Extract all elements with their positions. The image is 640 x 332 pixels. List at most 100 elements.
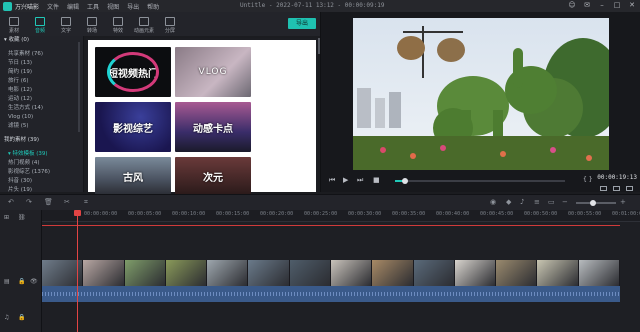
zoom-in-icon[interactable]: + xyxy=(620,198,626,206)
sidebar-item[interactable]: 简约 (19) xyxy=(0,68,83,77)
play-icon[interactable]: ▶ xyxy=(343,176,348,184)
template-thumbnail[interactable]: 短视频热门 xyxy=(95,47,171,97)
sidebar-item[interactable]: 共享素材 (76) xyxy=(0,50,83,59)
redo-icon[interactable]: ↷ xyxy=(26,198,32,206)
ruler-tick-label: 00:00:25:00 xyxy=(304,211,338,217)
tab-split-screen[interactable]: 分屏 xyxy=(158,17,182,34)
folder-icon xyxy=(9,17,19,26)
lock-icon[interactable]: 🔒 xyxy=(18,278,25,285)
text-icon xyxy=(61,17,71,26)
menu-edit[interactable]: 编辑 xyxy=(67,2,79,11)
video-clip[interactable] xyxy=(248,260,290,286)
render-icon[interactable]: ◉ xyxy=(490,198,496,206)
tab-effects[interactable]: 特效 xyxy=(106,17,130,34)
video-clip[interactable] xyxy=(372,260,414,286)
video-clip[interactable] xyxy=(331,260,373,286)
video-clip[interactable] xyxy=(289,260,331,286)
ruler-tick-label: 00:00:30:00 xyxy=(348,211,382,217)
export-button[interactable]: 导出 xyxy=(288,18,316,29)
template-thumbnail[interactable]: VLOG xyxy=(175,47,251,97)
sidebar-item[interactable]: Vlog (10) xyxy=(0,113,83,122)
fullscreen-icon[interactable] xyxy=(626,186,633,191)
subtitle-icon[interactable]: ▭ xyxy=(548,198,555,206)
video-clip[interactable] xyxy=(454,260,497,286)
sidebar-item[interactable]: 节日 (13) xyxy=(0,59,83,68)
tab-text[interactable]: 文字 xyxy=(54,17,78,34)
cut-icon[interactable]: ✂ xyxy=(64,198,70,206)
preview-panel: ⏮ ▶ ⏭ ■ { } 00:00:19:13 xyxy=(320,12,640,192)
sidebar-item[interactable]: 电影 (12) xyxy=(0,86,83,95)
close-icon[interactable]: ✕ xyxy=(628,1,636,9)
undo-icon[interactable]: ↶ xyxy=(8,198,14,206)
video-track[interactable] xyxy=(42,260,620,286)
eye-icon[interactable]: 👁 xyxy=(30,278,38,285)
tab-media[interactable]: 素材 xyxy=(2,17,26,34)
message-icon[interactable]: ✉ xyxy=(583,1,591,9)
template-thumbnail[interactable]: 次元 xyxy=(175,157,251,195)
timeline-ruler[interactable]: 00:00:00:00 00:00:05:00 00:00:10:00 00:00:1… xyxy=(42,210,640,222)
next-frame-icon[interactable]: ⏭ xyxy=(357,176,363,185)
ruler-tick-label: 00:00:50:00 xyxy=(524,211,558,217)
template-title: 影视综艺 xyxy=(113,123,153,135)
template-thumbnail[interactable]: 古风 xyxy=(95,157,171,195)
playhead[interactable] xyxy=(77,210,78,332)
video-clip[interactable] xyxy=(83,260,125,286)
menu-file[interactable]: 文件 xyxy=(47,2,59,11)
crop-icon[interactable]: ⌗ xyxy=(84,198,88,207)
snapshot-icon[interactable] xyxy=(600,186,607,191)
stop-icon[interactable]: ■ xyxy=(373,176,380,184)
sidebar-item[interactable]: 抖音 (30) xyxy=(0,177,83,186)
video-clip[interactable] xyxy=(413,260,455,286)
zoom-slider[interactable] xyxy=(576,200,616,206)
sidebar-group-header[interactable]: 我的素材 (39) xyxy=(0,136,83,145)
preview-video xyxy=(353,18,609,170)
template-thumbnail[interactable]: 影视综艺 xyxy=(95,102,171,152)
menu-export[interactable]: 导出 xyxy=(127,2,139,11)
sidebar-group-header[interactable]: ▾ 收藏 (0) xyxy=(0,36,83,45)
tab-label: 动画元素 xyxy=(133,28,154,34)
category-sidebar: ▾ 收藏 (0) 共享素材 (76) 节日 (13) 简约 (19) 旅行 (6) 电影 … xyxy=(0,36,84,193)
sidebar-item[interactable]: 运动 (12) xyxy=(0,95,83,104)
zoom-out-icon[interactable]: − xyxy=(562,198,568,206)
lock-icon[interactable]: 🔒 xyxy=(18,314,25,321)
template-title: 动感卡点 xyxy=(193,123,233,135)
bracket-icon[interactable]: { } xyxy=(583,176,593,183)
zoom-knob[interactable] xyxy=(590,200,596,206)
previous-frame-icon[interactable]: ⏮ xyxy=(329,176,335,185)
sidebar-scrollbar[interactable] xyxy=(78,42,80,132)
mixer-icon[interactable]: ≡ xyxy=(534,198,540,206)
volume-icon[interactable] xyxy=(613,186,620,191)
sidebar-item[interactable]: 热门视频 (4) xyxy=(0,159,83,168)
tab-transition[interactable]: 转场 xyxy=(80,17,104,34)
video-clip[interactable] xyxy=(578,260,620,286)
video-clip[interactable] xyxy=(537,260,579,286)
template-thumbnail[interactable]: 动感卡点 xyxy=(175,102,251,152)
audio-track[interactable] xyxy=(42,286,620,302)
playback-progress-bar[interactable] xyxy=(395,178,565,184)
video-clip[interactable] xyxy=(207,260,249,286)
video-clip[interactable] xyxy=(165,260,208,286)
delete-icon[interactable]: 🗑 xyxy=(44,198,53,206)
menu-tools[interactable]: 工具 xyxy=(87,2,99,11)
marker-icon[interactable]: ◆ xyxy=(506,198,511,206)
sidebar-item[interactable]: 生活方式 (14) xyxy=(0,104,83,113)
sidebar-item[interactable]: 滤镜 (5) xyxy=(0,122,83,131)
video-clip[interactable] xyxy=(496,260,538,286)
minimize-icon[interactable]: – xyxy=(598,1,606,9)
sidebar-item[interactable]: 影视综艺 (1376) xyxy=(0,168,83,177)
menu-help[interactable]: 帮助 xyxy=(147,2,159,11)
audio-waveform xyxy=(42,292,620,296)
add-track-icon[interactable]: ⊞ xyxy=(4,214,9,221)
link-icon[interactable]: ⛓ xyxy=(18,214,26,221)
sidebar-item[interactable]: 旅行 (6) xyxy=(0,77,83,86)
sidebar-item[interactable]: ▾ 特效模板 (39) xyxy=(0,150,83,159)
maximize-icon[interactable]: □ xyxy=(613,1,621,9)
mic-icon[interactable]: ♪ xyxy=(520,198,524,206)
menu-view[interactable]: 视图 xyxy=(107,2,119,11)
video-clip[interactable] xyxy=(124,260,166,286)
tab-audio[interactable]: 音频 xyxy=(28,17,52,34)
account-icon[interactable]: ☺ xyxy=(568,1,576,9)
progress-knob[interactable] xyxy=(402,178,409,184)
tab-elements[interactable]: 动画元素 xyxy=(132,17,156,34)
ruler-tick-label: 00:00:20:00 xyxy=(260,211,294,217)
